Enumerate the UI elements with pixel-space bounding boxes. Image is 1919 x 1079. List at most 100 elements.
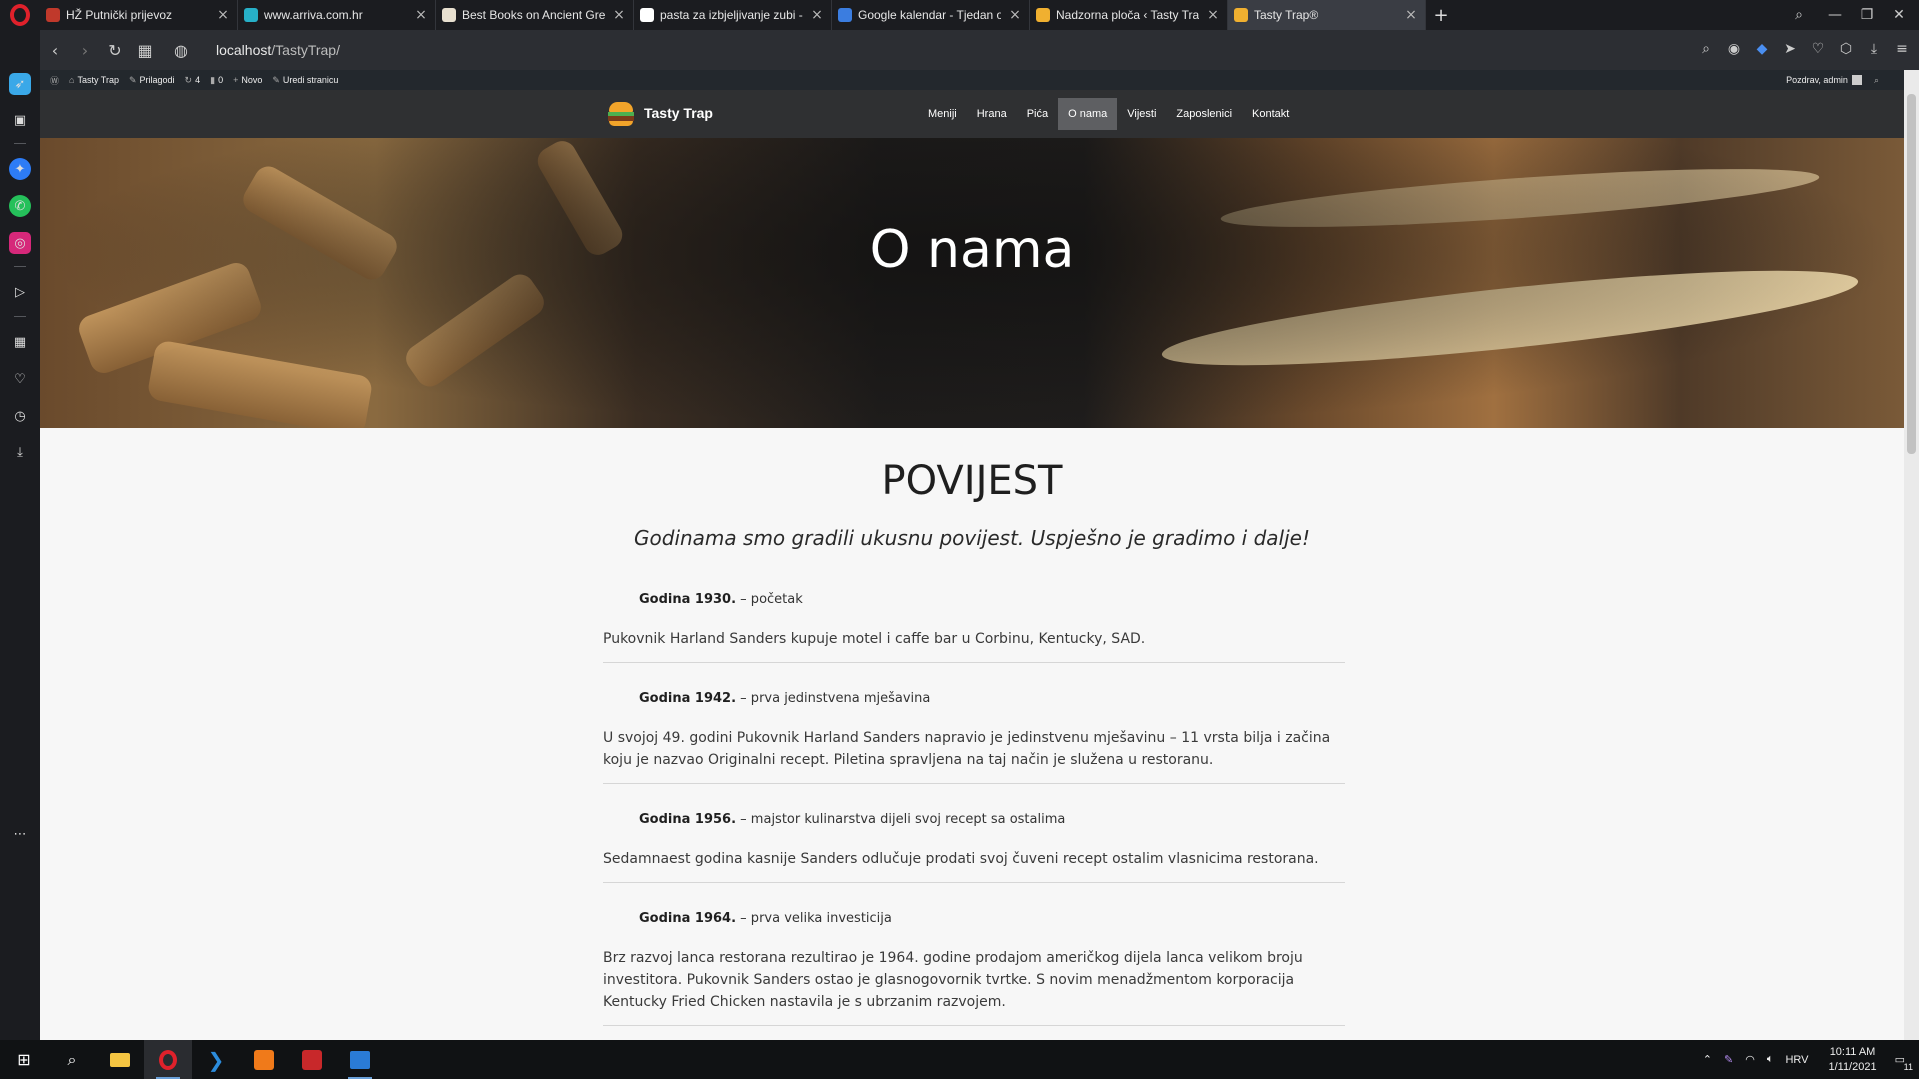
notifications-button[interactable]: ▭ 11 <box>1895 1053 1913 1072</box>
wifi-icon[interactable]: ◠ <box>1745 1053 1755 1066</box>
menu-icon[interactable]: ≡ <box>1893 41 1911 59</box>
opera-menu-button[interactable] <box>0 0 40 30</box>
start-button[interactable]: ⊞ <box>0 1040 48 1079</box>
nav-item[interactable]: Zaposlenici <box>1166 98 1242 130</box>
system-tray: ⌃ ✎ ◠ 🔈︎ HRV 10:11 AM 1/11/2021 ▭ 11 <box>1697 1040 1919 1079</box>
wp-new-link[interactable]: + Novo <box>233 75 262 85</box>
back-button[interactable]: ‹ <box>40 41 70 60</box>
wp-account-menu[interactable]: Pozdrav, admin ⌕ <box>1786 70 1879 90</box>
wp-logo-icon[interactable]: Ⓦ <box>50 74 59 87</box>
clock[interactable]: 10:11 AM 1/11/2021 <box>1828 1045 1876 1075</box>
forward-button[interactable]: › <box>70 41 100 60</box>
speed-dial-sidebar-icon[interactable]: ▦ <box>9 331 31 353</box>
tab-close-icon[interactable]: × <box>413 7 429 23</box>
browser-tab[interactable]: HŽ Putnički prijevoz × <box>40 0 238 30</box>
timeline-caption: – prva jedinstvena mješavina <box>736 691 931 706</box>
search-icon[interactable]: ⌕ <box>1697 41 1715 59</box>
nav-item[interactable]: Pića <box>1017 98 1058 130</box>
briefcase-icon[interactable]: ▣ <box>9 109 31 131</box>
vscode-button[interactable]: ❯ <box>192 1040 240 1079</box>
reload-button[interactable]: ↻ <box>100 41 130 60</box>
tab-close-icon[interactable]: × <box>1403 7 1419 23</box>
photos-button[interactable] <box>336 1040 384 1079</box>
more-icon[interactable]: ⋯ <box>9 823 31 845</box>
wp-admin-bar: Ⓦ ⌂ Tasty Trap ✎ Prilagodi ↻ 4 ▮ 0 + Novo ✎ Ur… <box>40 70 1919 90</box>
nav-item[interactable]: Kontakt <box>1242 98 1299 130</box>
browser-tab[interactable]: Tasty Trap® × <box>1228 0 1426 30</box>
sidebar-divider <box>14 143 26 144</box>
player-icon[interactable]: ▷ <box>9 281 31 303</box>
tab-close-icon[interactable]: × <box>1205 7 1221 23</box>
tab-close-icon[interactable]: × <box>215 7 231 23</box>
wp-edit-page-link[interactable]: ✎ Uredi stranicu <box>272 75 338 86</box>
send-icon[interactable]: ➤ <box>1781 41 1799 59</box>
plus-icon: + <box>233 75 239 85</box>
burger-logo-icon <box>606 98 636 128</box>
site-header: Tasty Trap Meniji Hrana Pića O nama Vijesti Z… <box>40 90 1904 138</box>
opera-taskbar-button[interactable] <box>144 1040 192 1079</box>
main-nav: Meniji Hrana Pića O nama Vijesti Zaposlenici K… <box>918 98 1299 130</box>
bookmarks-heart-icon[interactable]: ♡ <box>9 368 31 390</box>
timeline-text: U svojoj 49. godini Pukovnik Harland San… <box>603 730 1331 768</box>
browser-tab[interactable]: Best Books on Ancient Gre × <box>436 0 634 30</box>
chevron-up-icon[interactable]: ⌃ <box>1703 1053 1712 1066</box>
file-explorer-button[interactable] <box>96 1040 144 1079</box>
new-tab-button[interactable]: + <box>1426 5 1456 26</box>
history-timeline: Godina 1930. – početak Pukovnik Harland S… <box>603 578 1345 1040</box>
xampp-icon <box>254 1049 274 1070</box>
timeline-entry: Godina 1956. – majstor kulinarstva dijel… <box>603 798 1345 883</box>
wp-customize-label: Prilagodi <box>139 75 175 85</box>
nav-item[interactable]: Meniji <box>918 98 967 130</box>
search-button[interactable]: ⌕ <box>48 1040 96 1079</box>
wp-search-icon[interactable]: ⌕ <box>1874 75 1879 86</box>
browser-tab[interactable]: Google kalendar - Tjedan o × <box>832 0 1030 30</box>
tab-close-icon[interactable]: × <box>611 7 627 23</box>
tab-title: Google kalendar - Tjedan o <box>858 8 1001 22</box>
shield-icon[interactable]: ◆ <box>1753 41 1771 59</box>
instagram-icon[interactable]: ◎ <box>9 232 31 254</box>
page-content: POVIJEST Godinama smo gradili ukusnu pov… <box>40 428 1904 1040</box>
downloads-icon[interactable]: ⤓ <box>9 441 31 463</box>
search-tabs-icon[interactable]: ⌕ <box>1779 0 1819 30</box>
nav-item[interactable]: O nama <box>1058 98 1118 130</box>
volume-icon[interactable]: 🔈︎ <box>1767 1053 1774 1066</box>
wp-site-link[interactable]: ⌂ Tasty Trap <box>69 75 119 85</box>
xampp-button[interactable] <box>240 1040 288 1079</box>
url-field[interactable]: localhost/TastyTrap/ <box>216 42 340 58</box>
language-indicator[interactable]: HRV <box>1785 1054 1808 1066</box>
timeline-text: Pukovnik Harland Sanders kupuje motel i … <box>603 631 1146 647</box>
tab-close-icon[interactable]: × <box>809 7 825 23</box>
sidebar-divider <box>14 266 26 267</box>
wp-customize-link[interactable]: ✎ Prilagodi <box>129 75 175 86</box>
close-window-button[interactable]: ✕ <box>1879 0 1919 30</box>
pen-icon[interactable]: ✎ <box>1724 1053 1733 1066</box>
nav-item[interactable]: Vijesti <box>1117 98 1166 130</box>
camera-icon[interactable]: ◉ <box>1725 41 1743 59</box>
wp-site-name: Tasty Trap <box>77 75 119 85</box>
tab-close-icon[interactable]: × <box>1007 7 1023 23</box>
browser-tab[interactable]: www.arriva.com.hr × <box>238 0 436 30</box>
nav-item[interactable]: Hrana <box>967 98 1017 130</box>
scrollbar-thumb[interactable] <box>1907 94 1916 454</box>
page-scrollbar[interactable] <box>1904 70 1919 1040</box>
folder-icon <box>110 1052 130 1067</box>
windows-icon: ⊞ <box>17 1050 31 1069</box>
site-logo[interactable]: Tasty Trap <box>606 98 713 128</box>
wp-updates-link[interactable]: ↻ 4 <box>185 75 201 86</box>
download-icon[interactable]: ⤓ <box>1865 41 1883 59</box>
site-info-icon[interactable]: ◍ <box>166 41 196 60</box>
whatsapp-icon[interactable]: ✆ <box>9 195 31 217</box>
wp-comments-link[interactable]: ▮ 0 <box>210 75 223 86</box>
heart-icon[interactable]: ♡ <box>1809 41 1827 59</box>
sidebar-divider <box>14 316 26 317</box>
browser-tab[interactable]: Nadzorna ploča ‹ Tasty Trap × <box>1030 0 1228 30</box>
tab-favicon-icon <box>244 8 258 22</box>
browser-tab[interactable]: pasta za izbjeljivanje zubi - × <box>634 0 832 30</box>
speed-dial-icon[interactable]: ▦ <box>130 41 160 60</box>
tabs: HŽ Putnički prijevoz × www.arriva.com.hr × B… <box>40 0 1426 30</box>
filezilla-button[interactable] <box>288 1040 336 1079</box>
messenger-icon[interactable]: ✦ <box>9 158 31 180</box>
rocket-icon[interactable]: ➶ <box>9 73 31 95</box>
cube-icon[interactable]: ⬡ <box>1837 41 1855 59</box>
history-clock-icon[interactable]: ◷ <box>9 405 31 427</box>
